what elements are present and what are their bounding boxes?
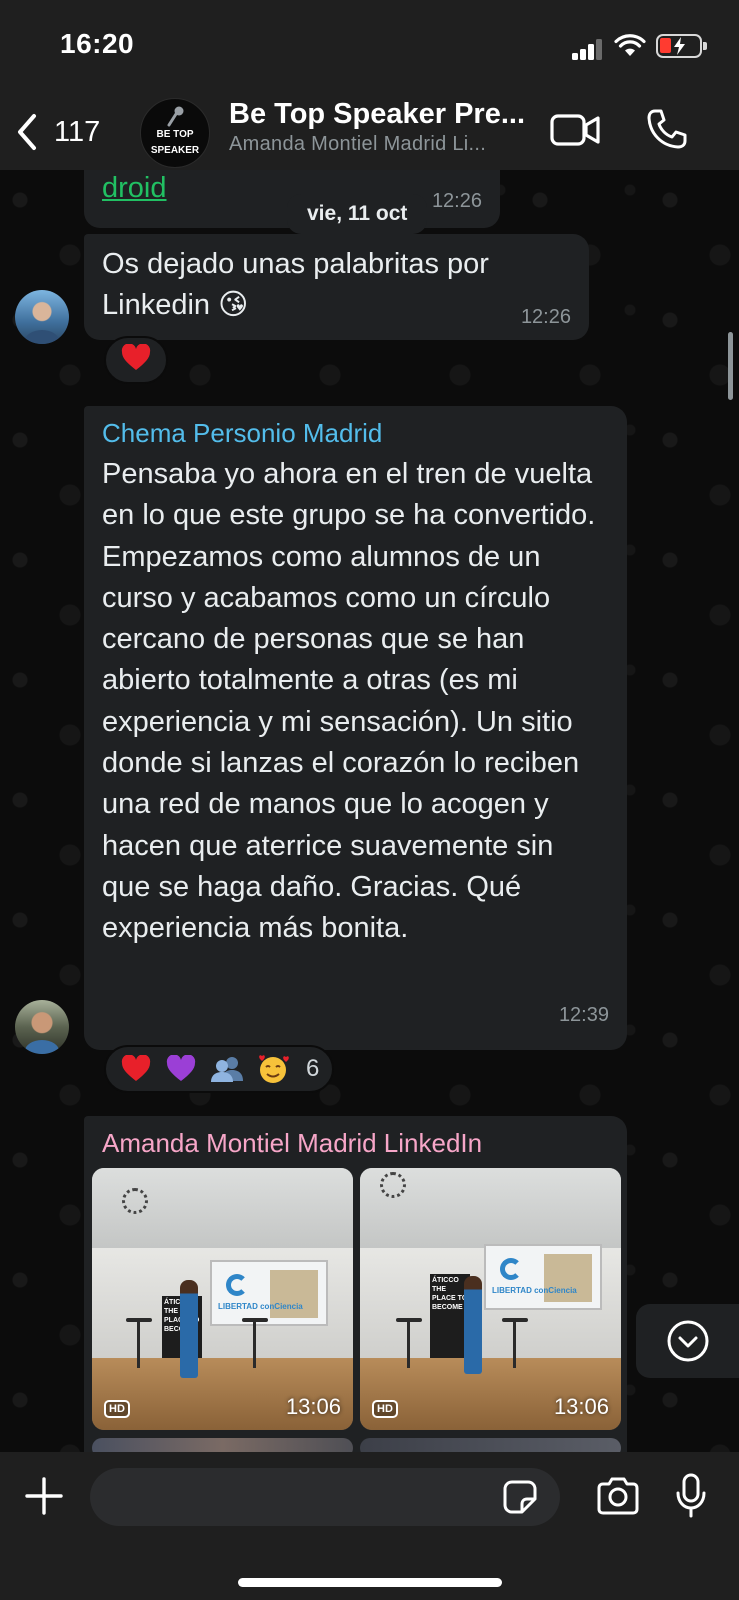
sender-name[interactable]: Amanda Montiel Madrid LinkedIn: [102, 1128, 482, 1159]
message-composer: [0, 1452, 739, 1600]
smiling-face-with-hearts-reaction-icon: [259, 1055, 289, 1083]
back-button[interactable]: 117: [14, 110, 100, 154]
sender-avatar[interactable]: [15, 290, 69, 344]
projector-screen: LIBERTAD conCiencia: [484, 1244, 602, 1310]
reaction-bar[interactable]: 6: [104, 1045, 334, 1093]
heart-reaction-icon: [121, 343, 151, 376]
sender-avatar[interactable]: [15, 1000, 69, 1054]
logo-text-bottom: SPEAKER: [150, 145, 200, 156]
photo-attachment[interactable]: [360, 1438, 621, 1452]
red-heart-reaction-icon: [121, 1055, 151, 1081]
photo-attachment[interactable]: [92, 1438, 353, 1452]
purple-heart-reaction-icon: [166, 1055, 196, 1081]
reaction-bar[interactable]: [104, 336, 168, 384]
video-call-icon[interactable]: [550, 112, 602, 148]
group-avatar[interactable]: BE TOP SPEAKER: [140, 98, 210, 168]
unread-count: 117: [54, 115, 101, 148]
photo-attachment[interactable]: LIBERTAD conCiencia ÁTICCO THE PLACE TO …: [360, 1168, 621, 1430]
message-link[interactable]: droid: [102, 172, 167, 205]
photo-time: 13:06: [553, 1394, 609, 1419]
home-indicator[interactable]: [238, 1578, 502, 1587]
photo-attachment[interactable]: LIBERTAD conCiencia ÁTICCO THE PLACE TO …: [92, 1168, 353, 1430]
message-bubble[interactable]: Os dejado unas palabritas por Linkedin 😘…: [84, 234, 589, 340]
chat-header: 117 BE TOP SPEAKER Be Top Speaker Pre...…: [0, 92, 739, 170]
sticker-icon[interactable]: [502, 1479, 538, 1515]
speaker-figure: [464, 1276, 482, 1374]
projector-screen: LIBERTAD conCiencia: [210, 1260, 328, 1326]
message-time: 12:39: [558, 1004, 609, 1026]
date-separator: vie, 11 oct: [287, 194, 428, 234]
message-bubble[interactable]: Chema Personio Madrid Pensaba yo ahora e…: [84, 406, 627, 1050]
hd-badge: HD: [372, 1400, 398, 1418]
battery-low-charging-icon: [656, 34, 707, 58]
chat-subtitle: Amanda Montiel Madrid Li...: [229, 133, 487, 155]
status-bar: 16:20: [0, 0, 739, 92]
reaction-count: 6: [306, 1055, 320, 1082]
chat-info[interactable]: Be Top Speaker Pre... Amanda Montiel Mad…: [229, 98, 539, 156]
message-text: Pensaba yo ahora en el tren de vuelta en…: [102, 458, 596, 945]
screen-label: LIBERTAD conCiencia: [218, 1302, 303, 1311]
plus-icon[interactable]: [24, 1476, 64, 1516]
wifi-icon: [614, 34, 646, 56]
chat-title: Be Top Speaker Pre...: [229, 98, 526, 130]
microphone-logo-icon: [167, 106, 184, 127]
microphone-icon[interactable]: [675, 1472, 707, 1520]
scroll-indicator[interactable]: [728, 332, 733, 400]
message-input[interactable]: [90, 1468, 560, 1526]
screen-label: LIBERTAD conCiencia: [492, 1286, 577, 1295]
busts-in-silhouette-reaction-icon: [211, 1057, 243, 1082]
logo-text-top: BE TOP: [156, 129, 194, 140]
cellular-signal-icon: [572, 38, 604, 60]
message-time: 12:26: [520, 306, 571, 328]
chevron-left-icon: [18, 114, 36, 150]
message-time: 12:26: [431, 190, 482, 212]
status-time: 16:20: [60, 28, 135, 59]
photo-time: 13:06: [285, 1394, 341, 1419]
camera-icon[interactable]: [595, 1476, 641, 1516]
sender-name[interactable]: Chema Personio Madrid: [102, 418, 382, 449]
speaker-figure: [180, 1280, 198, 1378]
message-text: Os dejado unas palabritas por Linkedin 😘: [102, 248, 489, 322]
message-bubble[interactable]: Amanda Montiel Madrid LinkedIn LIBERTAD …: [84, 1116, 627, 1452]
hd-badge: HD: [104, 1400, 130, 1418]
chevron-down-circle-icon: [667, 1320, 708, 1362]
scroll-to-bottom-button[interactable]: [636, 1304, 739, 1378]
phone-icon[interactable]: [646, 108, 688, 150]
